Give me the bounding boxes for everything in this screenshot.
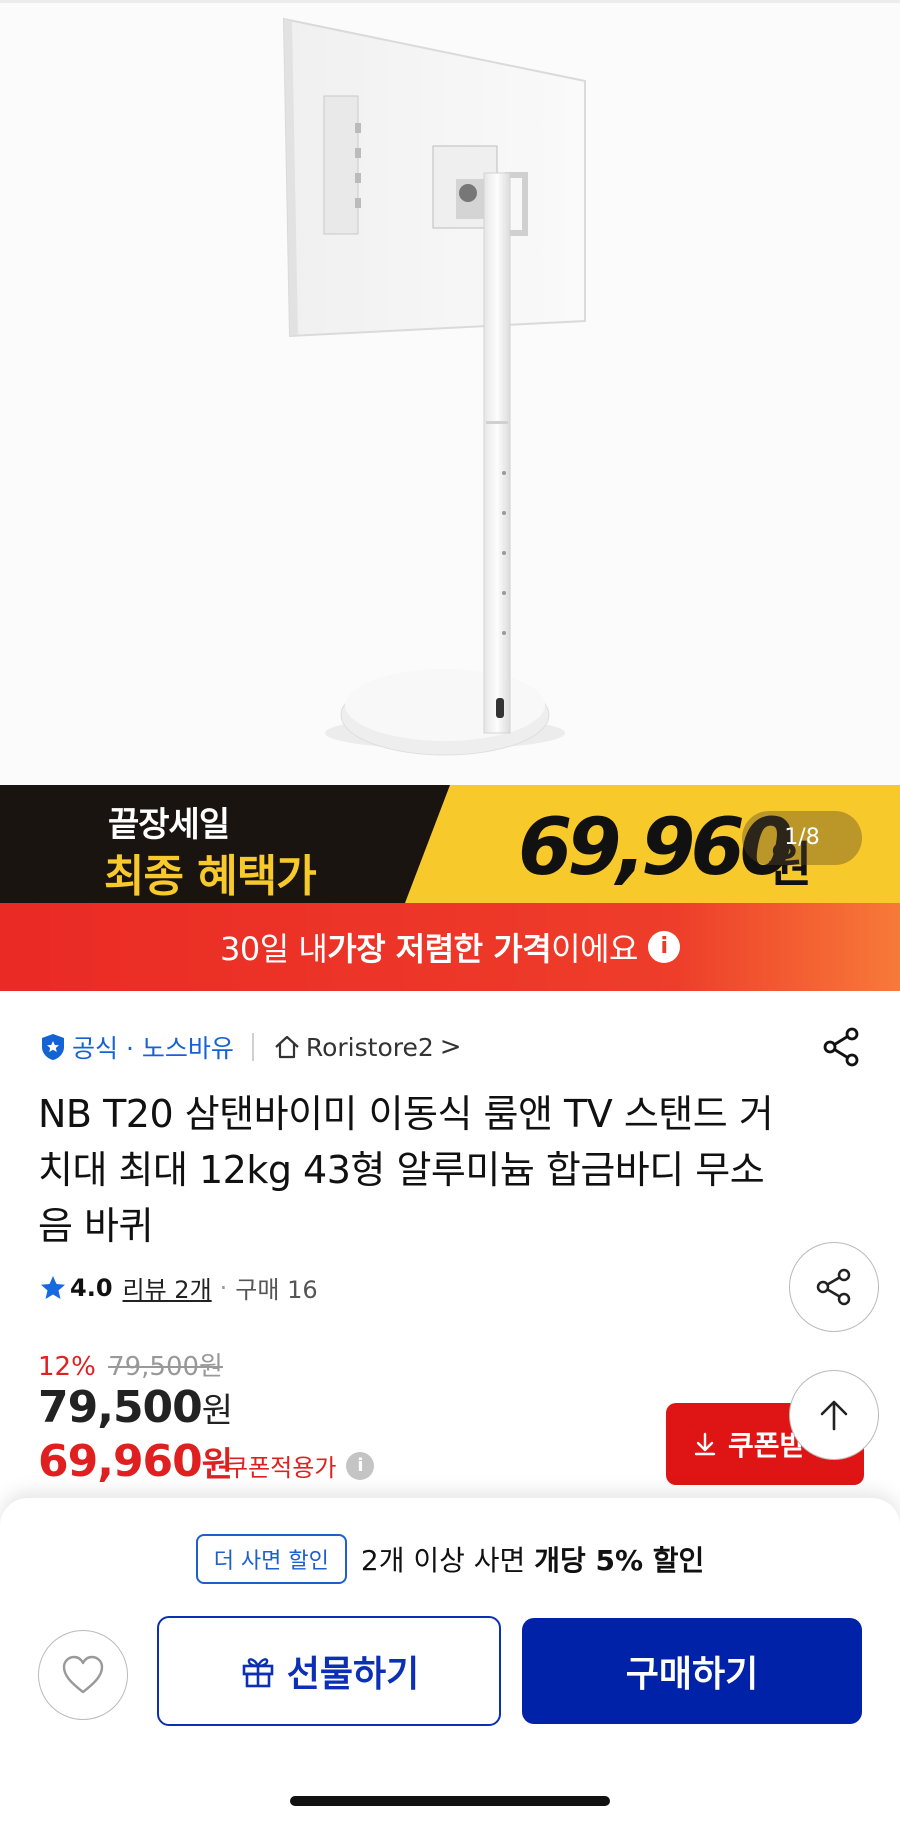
buy-button-label: 구매하기 <box>625 1654 759 1695</box>
arrow-up-icon <box>820 1400 848 1431</box>
bottom-action-sheet: 더 사면 할인 2개 이상 사면 개당 5% 할인 선물하기 구매하기 <box>0 1498 900 1824</box>
chevron-right-icon: > <box>439 1032 462 1062</box>
lowest-price-highlight: 가장 저렴한 가격 <box>327 930 552 968</box>
store-name-link[interactable]: Roristore2 <box>306 1033 434 1062</box>
gift-button[interactable]: 선물하기 <box>157 1616 501 1726</box>
coupon-price-value: 69,960 <box>38 1436 203 1487</box>
discount-row: 12% 79,500원 <box>38 1346 223 1383</box>
lowest-price-prefix: 30일 내 <box>220 930 328 968</box>
coupon-applied-text: 쿠폰적용가 <box>226 1454 337 1482</box>
discount-rate: 12% <box>38 1352 96 1382</box>
gift-button-label: 선물하기 <box>286 1654 420 1695</box>
lowest-price-suffix: 이에요 <box>551 930 638 968</box>
buy-button[interactable]: 구매하기 <box>522 1618 862 1724</box>
bulk-discount-row: 더 사면 할인 2개 이상 사면 개당 5% 할인 <box>0 1534 900 1584</box>
bulk-discount-highlight: 개당 5% 할인 <box>534 1544 705 1577</box>
product-title: NB T20 삼탠바이미 이동식 룸앤 TV 스탠드 거치대 최대 12kg 4… <box>38 1092 774 1248</box>
rating-row: 4.0 리뷰 2개 · 구매 16 <box>38 1270 318 1305</box>
coupon-applied-label: 쿠폰적용가 i <box>226 1448 375 1483</box>
store-row: 공식 · 노스바유 Roristore2 > <box>38 1027 462 1067</box>
star-icon <box>41 1275 65 1299</box>
bulk-discount-prefix: 2개 이상 사면 <box>360 1544 535 1577</box>
product-image[interactable] <box>0 3 900 785</box>
bulk-discount-text: 2개 이상 사면 개당 5% 할인 <box>361 1539 704 1579</box>
store-home-icon <box>275 1035 299 1059</box>
purchase-count: 구매 16 <box>235 1276 318 1304</box>
scroll-top-button[interactable] <box>789 1370 879 1460</box>
share-icon <box>816 1268 851 1306</box>
info-icon[interactable]: i <box>346 1451 375 1480</box>
share-icon[interactable] <box>820 1025 864 1069</box>
promo-final-price-label: 최종 혜택가 <box>104 851 317 902</box>
rating-value: 4.0 <box>70 1273 113 1302</box>
image-page-indicator: 1/8 <box>742 811 862 865</box>
promo-sale-label: 끝장세일 <box>108 805 230 845</box>
home-indicator <box>290 1796 610 1806</box>
official-badge-icon <box>42 1034 64 1060</box>
wishlist-button[interactable] <box>38 1630 128 1720</box>
review-count-link[interactable]: 리뷰 2개 <box>123 1270 212 1305</box>
floating-share-button[interactable] <box>789 1242 879 1332</box>
official-store-label[interactable]: 공식 · 노스바유 <box>72 1029 234 1065</box>
coupon-price: 69,960원 <box>38 1436 233 1487</box>
list-price: 79,500원 <box>38 1382 233 1433</box>
lowest-price-strip[interactable]: 30일 내 가장 저렴한 가격 이에요 i <box>0 903 900 991</box>
rating-separator: · <box>219 1273 228 1302</box>
list-price-value: 79,500 <box>38 1382 203 1433</box>
download-icon <box>694 1432 716 1456</box>
tv-stand-illustration <box>282 17 586 756</box>
heart-icon <box>62 1655 104 1694</box>
gift-icon <box>242 1658 274 1688</box>
promo-banner[interactable]: 끝장세일 최종 혜택가 69,960 원 1/8 <box>0 785 900 903</box>
bulk-discount-badge[interactable]: 더 사면 할인 <box>195 1534 347 1584</box>
store-divider <box>251 1033 254 1061</box>
list-price-unit: 원 <box>201 1391 233 1431</box>
info-icon[interactable]: i <box>647 931 680 963</box>
original-price: 79,500원 <box>108 1352 223 1382</box>
